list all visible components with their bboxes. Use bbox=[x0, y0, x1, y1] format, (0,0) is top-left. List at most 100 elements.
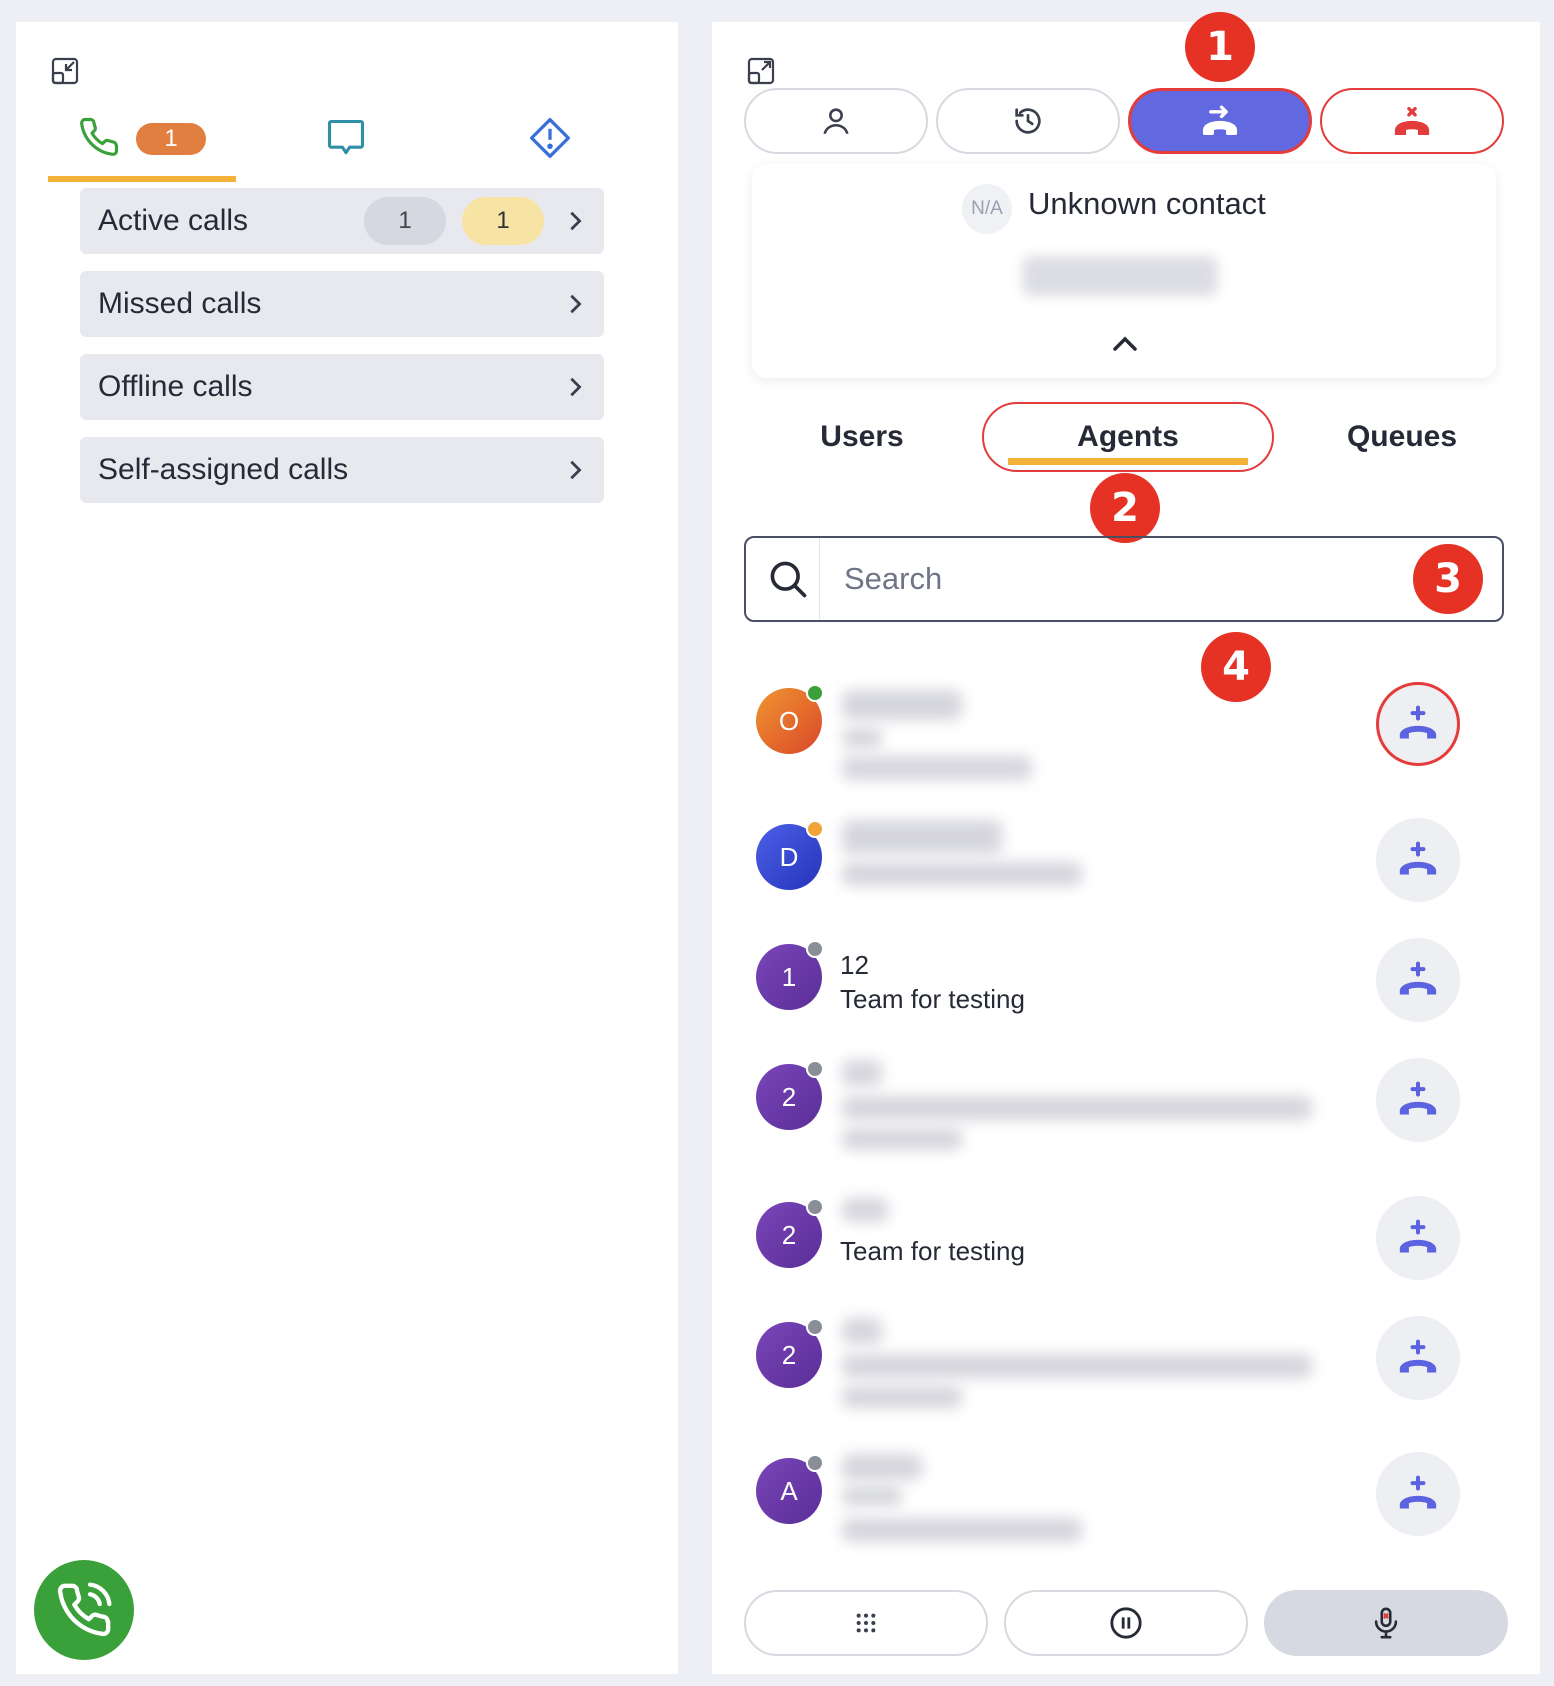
agent-name-redacted bbox=[842, 1198, 888, 1222]
missed-calls-item[interactable]: Missed calls bbox=[80, 271, 604, 337]
agent-name: 12 bbox=[840, 950, 869, 980]
add-agent-to-call-button[interactable] bbox=[1376, 1058, 1460, 1142]
add-agent-to-call-button[interactable] bbox=[1376, 682, 1460, 766]
add-agent-to-call-button[interactable] bbox=[1376, 818, 1460, 902]
transfer-button[interactable] bbox=[1128, 88, 1312, 154]
status-offline-icon bbox=[806, 940, 824, 958]
active-calls-label: Active calls bbox=[98, 204, 249, 237]
hangup-icon bbox=[1394, 107, 1430, 135]
list-item: D bbox=[756, 812, 1476, 922]
chevron-right-icon bbox=[570, 294, 582, 314]
add-agent-to-call-button[interactable] bbox=[1376, 1196, 1460, 1280]
dialer-button[interactable] bbox=[34, 1560, 134, 1660]
list-item: 2 bbox=[756, 1310, 1476, 1420]
tab-alerts[interactable] bbox=[500, 100, 600, 180]
search-input[interactable] bbox=[820, 561, 1502, 597]
transfer-call-icon bbox=[1202, 105, 1238, 135]
chevron-right-icon bbox=[570, 377, 582, 397]
agent-name-redacted bbox=[842, 1060, 882, 1086]
tab-users[interactable]: Users bbox=[762, 402, 962, 472]
keypad-button[interactable] bbox=[744, 1590, 988, 1656]
chat-icon bbox=[324, 116, 368, 165]
search-box[interactable] bbox=[744, 536, 1504, 622]
right-panel: 1 N/A Unknown contact Users Agents Queue… bbox=[712, 12, 1540, 1674]
agent-name-redacted bbox=[842, 1318, 882, 1344]
status-offline-icon bbox=[806, 1198, 824, 1216]
calls-count-badge: 1 bbox=[136, 123, 206, 155]
status-paused-icon bbox=[806, 820, 824, 838]
agent-team-redacted bbox=[842, 756, 1032, 780]
list-item: 2 bbox=[756, 1052, 1476, 1162]
active-calls-count-grey: 1 bbox=[364, 197, 446, 245]
history-button[interactable] bbox=[936, 88, 1120, 154]
pause-icon bbox=[1110, 1607, 1142, 1639]
add-call-icon bbox=[1399, 1339, 1437, 1373]
contact-name: Unknown contact bbox=[1028, 186, 1266, 221]
active-tab-underline bbox=[1008, 458, 1248, 465]
collapse-window-icon[interactable] bbox=[50, 56, 80, 86]
offline-calls-label: Offline calls bbox=[98, 370, 253, 403]
list-item: O bbox=[756, 676, 1476, 786]
annotation-marker-1: 1 bbox=[1185, 12, 1255, 82]
add-agent-to-call-button[interactable] bbox=[1376, 1316, 1460, 1400]
agent-info: 12 Team for testing bbox=[840, 948, 1025, 1016]
warning-icon bbox=[528, 116, 572, 165]
hold-button[interactable] bbox=[1004, 1590, 1248, 1656]
add-call-icon bbox=[1399, 1219, 1437, 1253]
agent-detail-redacted bbox=[842, 728, 882, 748]
active-calls-item[interactable]: Active calls 1 1 bbox=[80, 188, 604, 254]
list-item: A bbox=[756, 1446, 1476, 1556]
phone-icon bbox=[78, 116, 120, 163]
annotation-marker-2: 2 bbox=[1090, 473, 1160, 543]
status-offline-icon bbox=[806, 1454, 824, 1472]
list-item: 1 12 Team for testing bbox=[756, 932, 1476, 1042]
missed-calls-label: Missed calls bbox=[98, 287, 262, 320]
agent-detail-redacted bbox=[842, 1128, 962, 1150]
user-icon bbox=[823, 108, 849, 135]
keypad-icon bbox=[856, 1613, 876, 1633]
list-item: 2 Team for testing bbox=[756, 1190, 1476, 1300]
tab-agents-label: Agents bbox=[1077, 420, 1179, 453]
active-calls-count-yellow: 1 bbox=[462, 197, 544, 245]
status-offline-icon bbox=[806, 1318, 824, 1336]
microphone-icon bbox=[1374, 1607, 1398, 1639]
tab-calls[interactable]: 1 bbox=[48, 102, 236, 182]
history-icon bbox=[1015, 108, 1041, 134]
add-agent-to-call-button[interactable] bbox=[1376, 938, 1460, 1022]
status-offline-icon bbox=[806, 1060, 824, 1078]
status-active-icon bbox=[806, 684, 824, 702]
self-assigned-calls-item[interactable]: Self-assigned calls bbox=[80, 437, 604, 503]
agent-team-redacted bbox=[842, 1518, 1082, 1542]
agent-name-redacted bbox=[842, 1454, 922, 1480]
self-assigned-calls-label: Self-assigned calls bbox=[98, 453, 349, 486]
agent-detail-redacted bbox=[842, 1486, 902, 1506]
chevron-up-icon[interactable] bbox=[1110, 334, 1140, 354]
contact-number-redacted bbox=[1022, 256, 1218, 296]
mute-button[interactable] bbox=[1264, 1590, 1508, 1656]
chevron-right-icon bbox=[570, 460, 582, 480]
contact-card: N/A Unknown contact bbox=[752, 164, 1496, 378]
hangup-button[interactable] bbox=[1320, 88, 1504, 154]
add-call-icon bbox=[1399, 841, 1437, 875]
tab-chat[interactable] bbox=[296, 100, 396, 180]
phone-ringing-icon bbox=[57, 1582, 112, 1637]
add-call-icon bbox=[1399, 1475, 1437, 1509]
add-call-icon bbox=[1399, 1081, 1437, 1115]
expand-window-icon[interactable] bbox=[746, 56, 776, 86]
agent-name-redacted bbox=[842, 690, 962, 720]
contact-button[interactable] bbox=[744, 88, 928, 154]
offline-calls-item[interactable]: Offline calls bbox=[80, 354, 604, 420]
agent-team-redacted bbox=[842, 1354, 1312, 1378]
agent-info: Team for testing bbox=[840, 1234, 1025, 1268]
agent-name-redacted bbox=[842, 820, 1002, 854]
add-agent-to-call-button[interactable] bbox=[1376, 1452, 1460, 1536]
agent-team-redacted bbox=[842, 1096, 1312, 1120]
add-call-icon bbox=[1399, 705, 1437, 739]
tab-agents[interactable]: Agents bbox=[982, 402, 1274, 472]
add-call-icon bbox=[1399, 961, 1437, 995]
agent-detail-redacted bbox=[842, 1386, 962, 1408]
search-icon bbox=[756, 538, 820, 620]
agent-team-redacted bbox=[842, 862, 1082, 886]
left-panel: 1 Active calls 1 1 Missed calls Offline … bbox=[16, 22, 678, 1674]
tab-queues[interactable]: Queues bbox=[1272, 402, 1532, 472]
